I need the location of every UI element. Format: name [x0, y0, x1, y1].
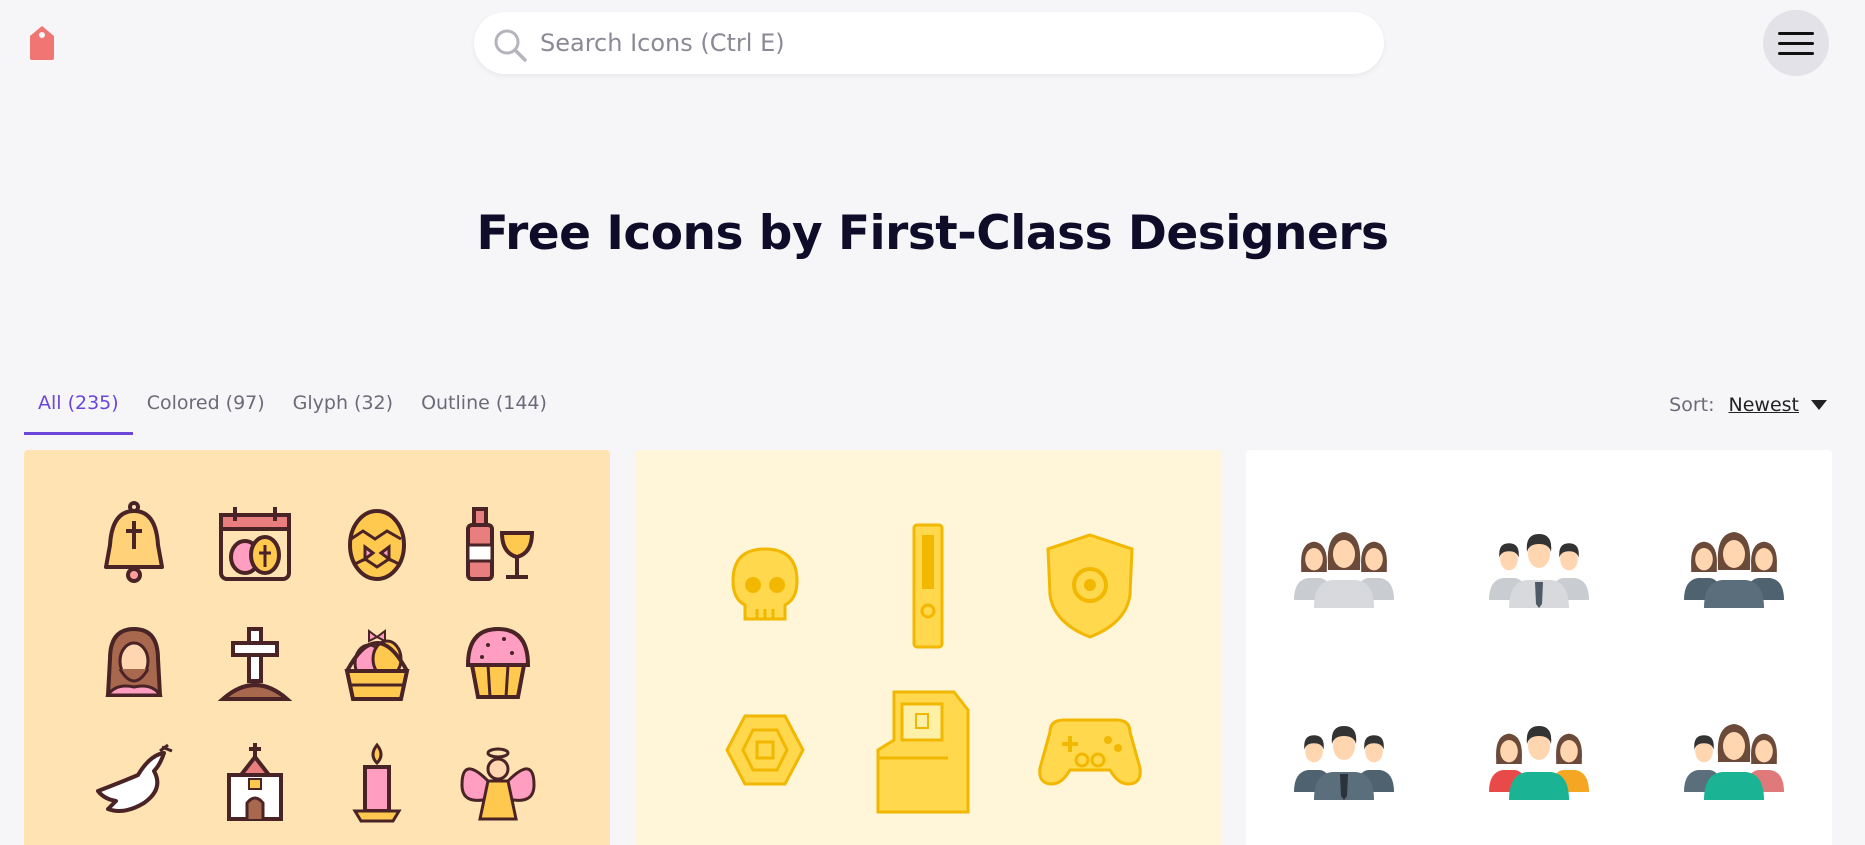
women-team-icon [1294, 532, 1394, 608]
egg-basket-icon [344, 629, 410, 701]
dove-icon [96, 743, 173, 813]
tab-colored[interactable]: Colored (97) [133, 388, 279, 435]
search-icon [494, 29, 527, 62]
colored-team-women-icon [1684, 724, 1784, 800]
skull-icon [731, 547, 799, 621]
men-team-icon [1489, 534, 1589, 608]
easter-egg-icon [348, 509, 406, 581]
grave-cross-icon [217, 627, 293, 701]
page-title: Free Icons by First-Class Designers [476, 206, 1389, 261]
sort-dropdown[interactable]: Newest [1729, 394, 1799, 416]
shield-icon [1046, 533, 1134, 639]
wine-chalice-icon [466, 507, 535, 581]
cupcake-icon [465, 626, 531, 699]
tab-all[interactable]: All (235) [24, 388, 133, 435]
icon-pack-card-easter[interactable] [24, 450, 610, 845]
jesus-icon [105, 626, 163, 697]
gamepad-icon [1038, 718, 1142, 786]
sort-label: Sort: [1669, 394, 1715, 416]
icon-pack-card-gaming[interactable] [635, 450, 1221, 845]
dark-women-team-icon [1684, 532, 1784, 608]
tag-icon [30, 26, 54, 60]
search-bar[interactable] [474, 12, 1384, 74]
game-console-icon [912, 523, 944, 649]
dark-men-team-icon [1294, 726, 1394, 800]
icon-pack-card-team[interactable] [1246, 450, 1832, 845]
filter-tabs: All (235) Colored (97) Glyph (32) Outlin… [24, 388, 561, 435]
coin-icon [725, 714, 805, 786]
church-icon [227, 743, 283, 821]
angel-icon [460, 747, 536, 821]
caret-down-icon[interactable] [1811, 400, 1827, 410]
search-input[interactable] [540, 12, 1360, 74]
bell-icon [104, 501, 164, 583]
menu-button[interactable] [1763, 10, 1829, 76]
site-logo[interactable] [26, 24, 58, 62]
hamburger-menu-icon [1778, 31, 1814, 35]
sort-control: Sort: Newest [1669, 394, 1827, 416]
arcade-machine-icon [876, 690, 970, 814]
colored-team-icon [1489, 726, 1589, 800]
easter-calendar-icon [219, 507, 291, 581]
tab-glyph[interactable]: Glyph (32) [279, 388, 407, 435]
candle-icon [352, 742, 402, 823]
tab-outline[interactable]: Outline (144) [407, 388, 561, 435]
